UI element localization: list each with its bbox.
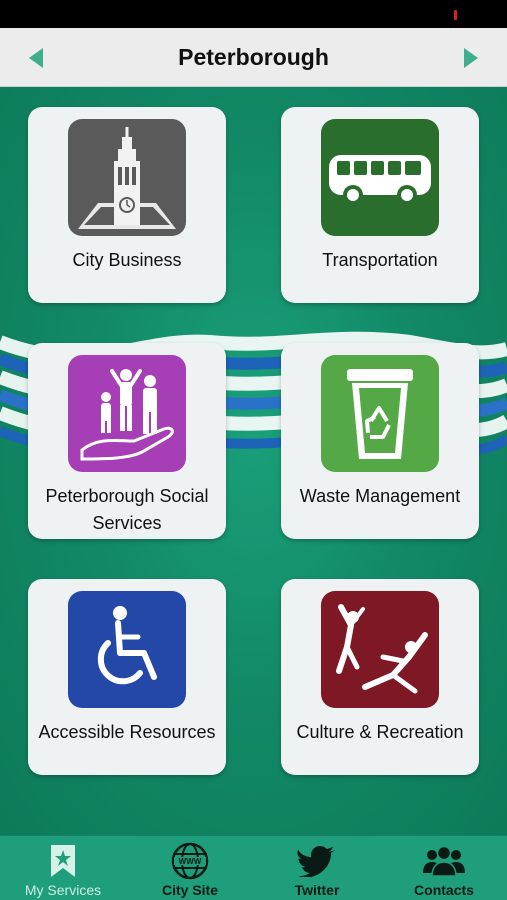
battery-indicator xyxy=(454,10,457,20)
tab-contacts[interactable]: Contacts xyxy=(381,836,507,900)
tab-label: City Site xyxy=(161,882,218,898)
arrow-right-icon xyxy=(464,47,478,68)
service-tile-city-business[interactable]: City Business xyxy=(28,107,226,303)
service-tile-social-services[interactable]: Peterborough Social Services xyxy=(28,343,226,539)
page-title: Peterborough xyxy=(178,44,329,70)
tab-twitter[interactable]: Twitter xyxy=(254,836,380,900)
service-tile-culture-recreation[interactable]: Culture & Recreation xyxy=(281,579,479,775)
tab-my-services[interactable]: My Services xyxy=(0,836,126,900)
globe-www-icon: WWW xyxy=(127,842,253,880)
services-grid: City Business Transportation Peterboroug… xyxy=(0,87,507,835)
bottom-tab-bar: My Services WWW City Site Twitter Contac… xyxy=(0,835,507,900)
next-city-button[interactable] xyxy=(449,28,493,87)
recycle-bin-icon xyxy=(321,355,439,472)
bus-icon xyxy=(321,119,439,236)
service-label: Culture & Recreation xyxy=(296,722,464,742)
tab-label: Twitter xyxy=(294,882,340,898)
wheelchair-icon xyxy=(68,591,186,708)
service-label: City Business xyxy=(72,250,182,270)
header-bar: Peterborough xyxy=(0,28,507,87)
service-label: Waste Management xyxy=(299,486,461,506)
dancers-icon xyxy=(321,591,439,708)
status-bar xyxy=(0,0,507,28)
family-hand-icon xyxy=(68,355,186,472)
people-icon xyxy=(381,842,507,880)
service-label: Transportation xyxy=(322,250,438,270)
service-label: Accessible Resources xyxy=(38,722,216,742)
bookmark-star-icon xyxy=(0,842,126,880)
svg-text:WWW: WWW xyxy=(179,857,202,866)
tab-label: My Services xyxy=(24,882,102,898)
service-tile-accessible-resources[interactable]: Accessible Resources xyxy=(28,579,226,775)
tab-label: Contacts xyxy=(414,882,474,898)
twitter-bird-icon xyxy=(254,842,380,880)
city-hall-icon xyxy=(68,119,186,236)
service-label: Peterborough Social Services xyxy=(45,486,209,533)
tab-city-site[interactable]: WWW City Site xyxy=(127,836,253,900)
service-tile-transportation[interactable]: Transportation xyxy=(281,107,479,303)
service-tile-waste-management[interactable]: Waste Management xyxy=(281,343,479,539)
